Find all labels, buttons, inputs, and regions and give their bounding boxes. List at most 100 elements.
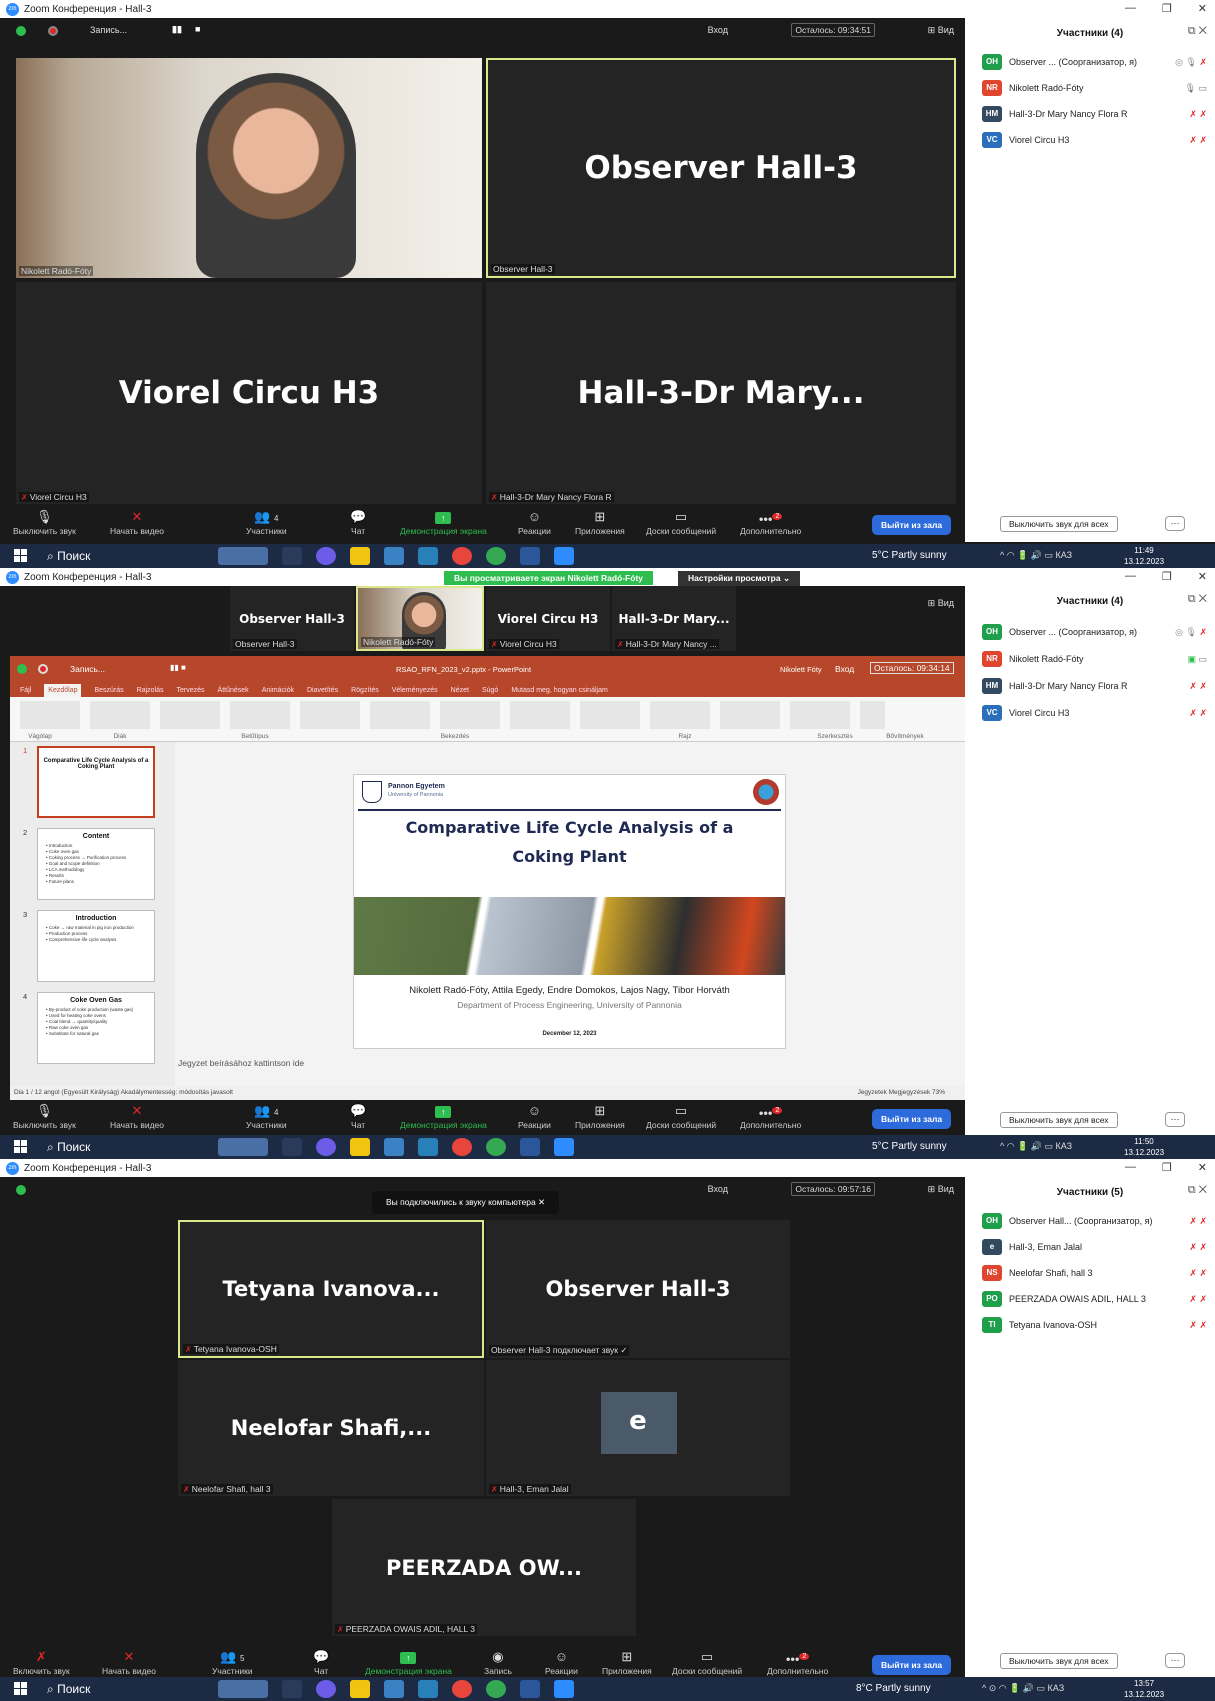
- mute-button[interactable]: 🎙 Выключить звук: [13, 1102, 76, 1130]
- word-icon[interactable]: [520, 547, 540, 565]
- strip-tile-mary[interactable]: Hall-3-Dr Mary... ✗ Hall-3-Dr Mary Nancy …: [612, 586, 736, 651]
- more-button[interactable]: ••• 2 Дополнительно: [740, 508, 801, 536]
- video-tile-observer[interactable]: Observer Hall-3 Observer Hall-3: [486, 58, 956, 278]
- ppt-menu-item[interactable]: Beszúrás: [94, 684, 123, 697]
- chrome-profile-icon[interactable]: [486, 1680, 506, 1698]
- slide-thumbnail[interactable]: Content • Introduction • Coke oven gas • Co…: [37, 828, 155, 900]
- teams-icon[interactable]: [316, 1138, 336, 1156]
- windows-start-icon[interactable]: [14, 549, 27, 562]
- apps-button[interactable]: ⊞ Приложения: [575, 508, 625, 536]
- panel-more-button[interactable]: ···: [1165, 516, 1185, 531]
- zoom-taskbar-icon[interactable]: [554, 1138, 574, 1156]
- video-tile-neelofar[interactable]: Neelofar Shafi,... ✗ Neelofar Shafi, hall…: [178, 1360, 484, 1496]
- close-icon[interactable]: ✕: [1198, 1161, 1207, 1174]
- maximize-icon[interactable]: ❐: [1162, 570, 1172, 583]
- chrome-icon[interactable]: [452, 547, 472, 565]
- ppt-menu-item[interactable]: Fájl: [20, 684, 31, 697]
- task-view-icon[interactable]: [282, 1138, 302, 1156]
- popout-icon[interactable]: ⧉: [1188, 1184, 1196, 1196]
- audio-connected-toast[interactable]: Вы подключились к звуку компьютера ✕: [372, 1191, 560, 1214]
- boards-button[interactable]: ▭ Доски сообщений: [672, 1648, 742, 1676]
- slide-thumbnail[interactable]: Coke Oven Gas • By-product of coke produc…: [37, 992, 155, 1064]
- teams-icon[interactable]: [316, 547, 336, 565]
- file-explorer-icon[interactable]: [350, 1680, 370, 1698]
- video-tile-observer[interactable]: Observer Hall-3 Observer Hall-3 подключа…: [486, 1220, 790, 1358]
- ppt-menu-item[interactable]: Diavetítés: [307, 684, 338, 697]
- share-screen-button[interactable]: ↑ Демонстрация экрана: [400, 1102, 487, 1130]
- record-button[interactable]: ◉ Запись: [484, 1648, 512, 1676]
- unmute-button[interactable]: ✗ Включить звук: [13, 1648, 70, 1676]
- leave-room-button[interactable]: Выйти из зала: [872, 1109, 952, 1129]
- boards-button[interactable]: ▭ Доски сообщений: [646, 1102, 716, 1130]
- strip-tile-observer[interactable]: Observer Hall-3 Observer Hall-3: [230, 586, 354, 651]
- panel-more-button[interactable]: ···: [1165, 1112, 1185, 1127]
- start-video-button[interactable]: ✕ Начать видео: [110, 1102, 164, 1130]
- participant-row[interactable]: OH Observer Hall... (Соорганизатор, я) ✗ ✗: [982, 1211, 1207, 1231]
- reactions-button[interactable]: ☺ Реакции: [518, 1102, 551, 1130]
- taskbar-search[interactable]: ⌕ Поиск: [47, 547, 207, 565]
- zoom-taskbar-icon[interactable]: [554, 1680, 574, 1698]
- taskbar-app-icon[interactable]: [218, 547, 268, 565]
- mute-button[interactable]: 🎙 Выключить звук: [13, 508, 76, 536]
- start-video-button[interactable]: ✕ Начать видео: [110, 508, 164, 536]
- word-icon[interactable]: [520, 1680, 540, 1698]
- ppt-menu-item[interactable]: Véleményezés: [392, 684, 438, 697]
- participant-row[interactable]: OH Observer ... (Соорганизатор, я) ◎ 🎙 ✗: [982, 52, 1207, 72]
- view-button[interactable]: ⊞ Вид: [928, 25, 954, 36]
- participant-row[interactable]: HM Hall-3-Dr Mary Nancy Flora R ✗ ✗: [982, 104, 1207, 124]
- taskbar-weather[interactable]: 5°C Partly sunny: [872, 1141, 947, 1152]
- leave-room-button[interactable]: Выйти из зала: [872, 1655, 952, 1675]
- participant-row[interactable]: e Hall-3, Eman Jalal ✗ ✗: [982, 1237, 1207, 1257]
- more-button[interactable]: ••• 2 Дополнительно: [740, 1102, 801, 1130]
- current-slide[interactable]: Pannon Egyetem University of Pannonia Co…: [353, 774, 786, 1049]
- close-icon[interactable]: ✕: [1198, 2, 1207, 15]
- slide-thumbnail[interactable]: Comparative Life Cycle Analysis of a Cok…: [37, 746, 155, 818]
- ribbon-controls[interactable]: [20, 701, 885, 729]
- leave-room-button[interactable]: Выйти из зала: [872, 515, 952, 535]
- participant-row[interactable]: PO PEERZADA OWAIS ADIL, HALL 3 ✗ ✗: [982, 1289, 1207, 1309]
- chrome-profile-icon[interactable]: [486, 547, 506, 565]
- pause-recording-icon[interactable]: ▮▮: [172, 24, 182, 35]
- ppt-menu-item[interactable]: Súgó: [482, 684, 498, 697]
- ppt-menu-item-active[interactable]: Kezdőlap: [44, 684, 82, 697]
- notes-placeholder[interactable]: Jegyzet beírásához kattintson ide: [178, 1058, 304, 1068]
- system-tray[interactable]: ^ ⊙ ◠ 🔋 🔊 ▭ КАЗ: [982, 1683, 1064, 1694]
- security-shield-icon[interactable]: [17, 664, 27, 674]
- security-shield-icon[interactable]: [16, 1185, 26, 1195]
- store-icon[interactable]: [384, 1680, 404, 1698]
- mute-all-button[interactable]: Выключить звук для всех: [1000, 1112, 1118, 1128]
- system-tray[interactable]: ^ ◠ 🔋 🔊 ▭ КАЗ: [1000, 550, 1072, 561]
- ppt-menu-item[interactable]: Nézet: [451, 684, 469, 697]
- store-icon[interactable]: [384, 1138, 404, 1156]
- taskbar-app-icon[interactable]: [218, 1138, 268, 1156]
- ppt-menu-item[interactable]: Rajzolás: [137, 684, 164, 697]
- reactions-button[interactable]: ☺ Реакции: [518, 508, 551, 536]
- close-panel-icon[interactable]: ✕: [1199, 25, 1207, 37]
- view-options-button[interactable]: Настройки просмотра ⌄: [678, 571, 801, 586]
- word-icon[interactable]: [520, 1138, 540, 1156]
- apps-button[interactable]: ⊞ Приложения: [575, 1102, 625, 1130]
- mute-all-button[interactable]: Выключить звук для всех: [1000, 1653, 1118, 1669]
- chrome-profile-icon[interactable]: [486, 1138, 506, 1156]
- mail-icon[interactable]: [418, 547, 438, 565]
- start-video-button[interactable]: ✕ Начать видео: [102, 1648, 156, 1676]
- pause-recording-icon[interactable]: ▮▮ ■: [170, 663, 186, 672]
- participants-button[interactable]: 👥 4 Участники: [246, 1102, 287, 1130]
- taskbar-weather[interactable]: 8°C Partly sunny: [856, 1683, 931, 1694]
- participants-button[interactable]: 👥 5 Участники: [212, 1648, 253, 1676]
- participants-button[interactable]: 👥 4 Участники: [246, 508, 287, 536]
- chat-button[interactable]: 💬 Чат: [350, 1102, 366, 1130]
- file-explorer-icon[interactable]: [350, 547, 370, 565]
- apps-button[interactable]: ⊞ Приложения: [602, 1648, 652, 1676]
- stop-recording-icon[interactable]: ■: [195, 24, 200, 34]
- enter-label[interactable]: Вход: [708, 1184, 728, 1194]
- taskbar-app-icon[interactable]: [218, 1680, 268, 1698]
- ppt-menu-item[interactable]: Áttűnések: [218, 684, 249, 697]
- security-shield-icon[interactable]: [16, 26, 26, 36]
- video-tile-viorel[interactable]: Viorel Circu H3 ✗ Viorel Circu H3: [16, 282, 482, 504]
- participant-row[interactable]: HM Hall-3-Dr Mary Nancy Flora R ✗ ✗: [982, 676, 1207, 696]
- ppt-menu-item[interactable]: Rögzítés: [351, 684, 379, 697]
- maximize-icon[interactable]: ❐: [1162, 1161, 1172, 1174]
- ppt-menu-item[interactable]: Tervezés: [177, 684, 205, 697]
- close-panel-icon[interactable]: ✕: [1199, 1184, 1207, 1196]
